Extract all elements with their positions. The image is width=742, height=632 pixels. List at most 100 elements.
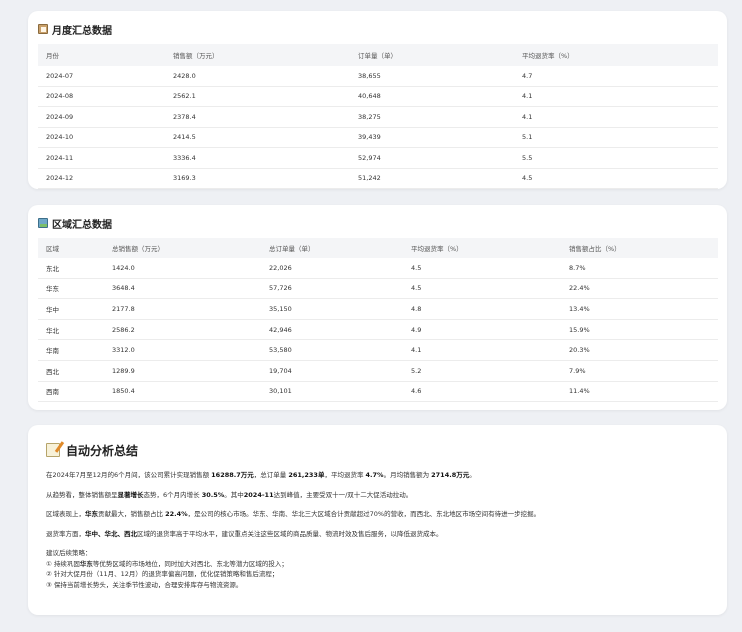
strategy-intro: 建议后续策略： <box>46 549 92 557</box>
cell-return-rate: 4.5 <box>403 278 561 300</box>
cell-total-orders: 22,026 <box>261 258 403 279</box>
highlight-return-rate: 4.7% <box>365 471 384 479</box>
table-row: 2024-09 2378.4 38,275 4.1 <box>38 106 718 128</box>
cell-sales: 2428.0 <box>165 66 350 87</box>
table-row: 华南 3312.0 53,580 4.1 20.3% <box>38 339 718 361</box>
cell-month: 2024-09 <box>38 106 165 128</box>
cell-orders: 38,655 <box>350 66 514 87</box>
monthly-title-text: 月度汇总数据 <box>52 25 112 37</box>
table-row: 东北 1424.0 22,026 4.5 8.7% <box>38 258 718 279</box>
column-header-sales-share: 销售额占比（%） <box>561 238 718 258</box>
analysis-summary-card: 自动分析总结 在2024年7月至12月的6个月间，该公司累计实现销售额 1628… <box>28 425 727 615</box>
text-span: 区域表现上， <box>46 510 85 518</box>
text-span: 在2024年7月至12月的6个月间，该公司累计实现销售额 <box>46 471 212 479</box>
highlight-top-region: 华东 <box>85 510 98 518</box>
cell-total-sales: 1289.9 <box>104 360 261 382</box>
column-header-orders: 订单量（单） <box>350 44 514 66</box>
cell-sales-share: 7.9% <box>561 360 718 382</box>
cell-region: 西北 <box>38 360 104 382</box>
strategy-item-2: ② 针对大促月份（11月、12月）的退货率偏高问题，优化促销策略和售后流程； <box>46 570 279 578</box>
region-card-title: 区域汇总数据 <box>38 215 717 231</box>
clipboard-icon <box>38 24 48 34</box>
summary-title-text: 自动分析总结 <box>66 443 139 458</box>
cell-month: 2024-12 <box>38 168 165 189</box>
cell-return-rate: 4.1 <box>514 86 718 107</box>
cell-total-orders: 19,704 <box>261 360 403 382</box>
cell-total-sales: 3648.4 <box>104 278 261 300</box>
region-title-text: 区域汇总数据 <box>52 219 112 231</box>
memo-icon <box>46 443 60 457</box>
table-row: 西北 1289.9 19,704 5.2 7.9% <box>38 360 718 382</box>
cell-return-rate: 4.8 <box>403 298 561 320</box>
text-span: 达到峰值，主要受双十一/双十二大促活动拉动。 <box>273 490 413 499</box>
cell-total-sales: 1850.4 <box>104 381 261 403</box>
cell-month: 2024-11 <box>38 147 165 169</box>
table-row: 华东 3648.4 57,726 4.5 22.4% <box>38 278 718 300</box>
cell-sales: 3336.4 <box>165 147 350 169</box>
cell-sales-share: 8.7% <box>561 258 718 279</box>
text-span: 退货率方面， <box>46 529 85 538</box>
text-span: ，总订单量 <box>253 471 289 479</box>
cell-region: 华东 <box>38 278 104 300</box>
table-row: 2024-07 2428.0 38,655 4.7 <box>38 66 718 87</box>
cell-orders: 40,648 <box>350 86 514 107</box>
cell-sales-share: 11.4% <box>561 381 718 403</box>
cell-return-rate: 4.1 <box>403 339 561 361</box>
highlight-growth: 30.5% <box>201 490 225 499</box>
text-span: 。 <box>469 471 476 479</box>
cell-total-orders: 42,946 <box>261 319 403 341</box>
table-header-row: 区域 总销售额（万元） 总订单量（单） 平均退货率（%） 销售额占比（%） <box>38 238 718 258</box>
cell-orders: 52,974 <box>350 147 514 169</box>
cell-total-sales: 2586.2 <box>104 319 261 341</box>
table-row: 华中 2177.8 35,150 4.8 13.4% <box>38 298 718 320</box>
cell-total-orders: 35,150 <box>261 298 403 320</box>
highlight-region-share: 22.4% <box>165 510 188 518</box>
cell-month: 2024-10 <box>38 127 165 148</box>
cell-total-orders: 57,726 <box>261 278 403 300</box>
text-span: 从趋势看，整体销售额呈 <box>46 490 118 499</box>
cell-total-sales: 2177.8 <box>104 298 261 320</box>
text-span: ① 持续巩固 <box>46 559 80 568</box>
monthly-table: 月份 销售额（万元） 订单量（单） 平均退货率（%） 2024-07 2428.… <box>38 44 718 189</box>
cell-orders: 51,242 <box>350 168 514 189</box>
cell-region: 东北 <box>38 258 104 279</box>
cell-region: 西南 <box>38 381 104 403</box>
cell-region: 华中 <box>38 298 104 320</box>
strategy-item-1: ① 持续巩固华东等优势区域的市场地位，同时加大对西北、东北等潜力区域的投入； <box>46 559 711 570</box>
column-header-month: 月份 <box>38 44 165 66</box>
column-header-region: 区域 <box>38 238 104 258</box>
monthly-summary-card: 月度汇总数据 月份 销售额（万元） 订单量（单） 平均退货率（%） 2024-0… <box>28 11 727 189</box>
highlight-total-sales: 16288.7万元 <box>211 471 254 479</box>
cell-sales: 3169.3 <box>165 168 350 189</box>
summary-paragraph-trend: 从趋势看，整体销售额呈显著增长态势，6个月内增长 30.5%。其中2024-11… <box>46 490 711 500</box>
table-row: 2024-12 3169.3 51,242 4.5 <box>38 168 718 189</box>
cell-total-sales: 3312.0 <box>104 339 261 361</box>
highlight-high-return-regions: 华中、华北、西北 <box>85 529 137 538</box>
text-span: 区域的退货率高于平均水平，建议重点关注这些区域的商品质量、物流时效及售后服务，以… <box>137 529 443 538</box>
cell-total-sales: 1424.0 <box>104 258 261 279</box>
cell-return-rate: 4.6 <box>403 381 561 403</box>
region-summary-card: 区域汇总数据 区域 总销售额（万元） 总订单量（单） 平均退货率（%） 销售额占… <box>28 205 727 410</box>
table-row: 2024-08 2562.1 40,648 4.1 <box>38 86 718 107</box>
column-header-return-rate: 平均退货率（%） <box>514 44 718 66</box>
cell-sales-share: 13.4% <box>561 298 718 320</box>
map-icon <box>38 218 48 228</box>
cell-region: 华南 <box>38 339 104 361</box>
summary-paragraph-region: 区域表现上，华东贡献最大，销售额占比 22.4%，是公司的核心市场。华东、华南、… <box>46 509 711 519</box>
cell-sales: 2414.5 <box>165 127 350 148</box>
region-table: 区域 总销售额（万元） 总订单量（单） 平均退货率（%） 销售额占比（%） 东北… <box>38 238 718 403</box>
text-span: 贡献最大，销售额占比 <box>98 510 166 518</box>
text-span: 等优势区域的市场地位，同时加大对西北、东北等潜力区域的投入； <box>92 559 288 568</box>
cell-return-rate: 4.5 <box>514 168 718 189</box>
highlight-peak-month: 2024-11 <box>243 490 274 499</box>
cell-return-rate: 4.1 <box>514 106 718 128</box>
cell-month: 2024-08 <box>38 86 165 107</box>
text-span: ，是公司的核心市场。华东、华南、华北三大区域合计贡献超过70%的营收，而西北、东… <box>187 510 541 518</box>
cell-total-orders: 53,580 <box>261 339 403 361</box>
strategy-item-3: ③ 保持当前增长势头，关注季节性波动，合理安排库存与物流资源。 <box>46 580 243 589</box>
monthly-card-title: 月度汇总数据 <box>38 21 717 37</box>
cell-month: 2024-07 <box>38 66 165 87</box>
cell-region: 华北 <box>38 319 104 341</box>
text-span: 态势，6个月内增长 <box>143 490 202 499</box>
cell-return-rate: 4.9 <box>403 319 561 341</box>
